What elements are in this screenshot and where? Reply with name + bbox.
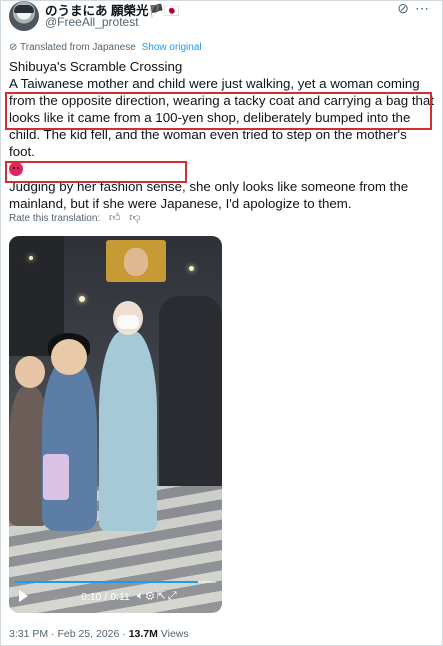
fullscreen-icon[interactable]: ⤢ bbox=[168, 590, 179, 602]
thumbs-down-icon[interactable]: 👎︎ bbox=[129, 211, 140, 224]
video-progress-bar[interactable] bbox=[15, 581, 216, 583]
video-player[interactable]: 0:10 / 0:11 🔈︎⚙︎⇱⤢ bbox=[9, 236, 222, 613]
rate-label: Rate this translation: bbox=[9, 213, 101, 224]
grok-icon[interactable]: ⊘ bbox=[397, 0, 409, 16]
settings-icon[interactable]: ⚙︎ bbox=[146, 590, 157, 602]
woman-figure bbox=[99, 295, 157, 531]
post-date[interactable]: Feb 25, 2026 bbox=[57, 628, 119, 640]
thumbs-up-icon[interactable]: 👍︎ bbox=[109, 211, 121, 224]
highlight-box-1 bbox=[5, 92, 432, 130]
translation-note: ⊘ Translated from Japanese Show original bbox=[9, 42, 202, 53]
translate-icon: ⊘ bbox=[9, 42, 18, 53]
post-time[interactable]: 3:31 PM bbox=[9, 628, 48, 640]
popout-icon[interactable]: ⇱ bbox=[157, 590, 168, 602]
more-icon[interactable]: ⋯ bbox=[415, 0, 429, 16]
play-icon[interactable] bbox=[19, 590, 28, 602]
billboard bbox=[106, 240, 166, 282]
translated-label: Translated from Japanese bbox=[20, 42, 136, 53]
view-count: 13.7M bbox=[128, 628, 158, 640]
video-time: 0:10 / 0:11 bbox=[81, 591, 130, 603]
avatar[interactable] bbox=[9, 1, 39, 31]
video-controls: 0:10 / 0:11 🔈︎⚙︎⇱⤢ bbox=[9, 581, 222, 613]
child-figure bbox=[42, 333, 97, 531]
shopping-bag bbox=[43, 454, 69, 500]
highlight-box-2 bbox=[5, 161, 187, 183]
header-icons: ⊘ ⋯ bbox=[391, 0, 429, 17]
show-original-link[interactable]: Show original bbox=[142, 42, 202, 53]
post-header: のうまにあ 願榮光🏴🇯🇵 @FreeAll_protest ⊘ ⋯ bbox=[9, 0, 433, 36]
views-label: Views bbox=[160, 628, 189, 640]
post-meta: 3:31 PM · Feb 25, 2026 · 13.7M Views bbox=[9, 628, 189, 640]
handle[interactable]: @FreeAll_protest bbox=[45, 15, 139, 29]
post-line-1: Shibuya's Scramble Crossing bbox=[9, 59, 183, 74]
video-control-icons: 🔈︎⚙︎⇱⤢ bbox=[137, 589, 179, 603]
rate-translation: Rate this translation: 👍︎ 👎︎ bbox=[9, 211, 140, 224]
volume-icon[interactable]: 🔈︎ bbox=[137, 590, 146, 602]
post-text: Shibuya's Scramble Crossing A Taiwanese … bbox=[9, 58, 435, 212]
